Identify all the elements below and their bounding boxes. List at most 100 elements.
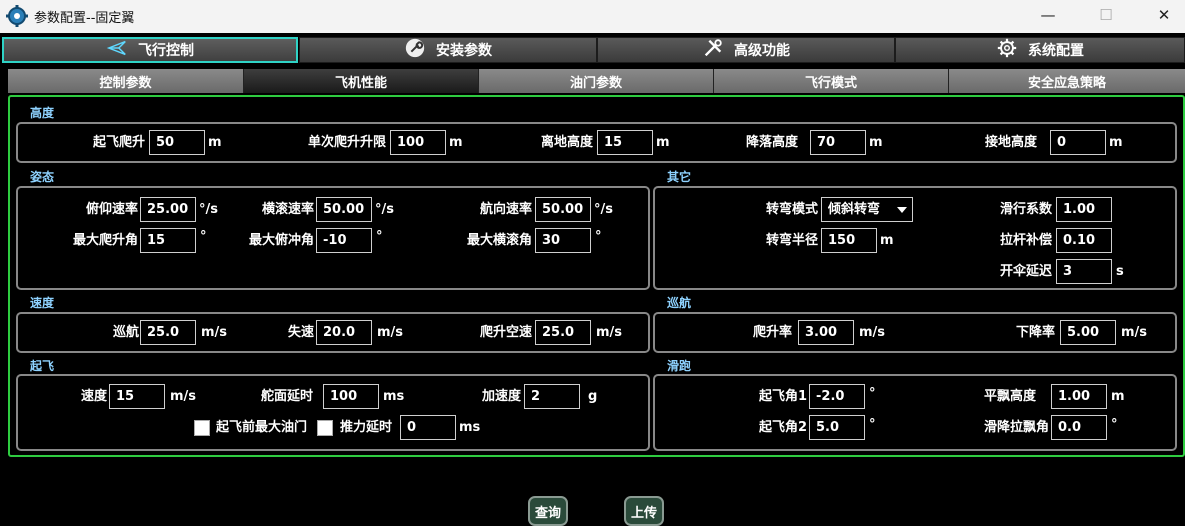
pull-comp-input[interactable] (1056, 228, 1112, 253)
label-stall-speed: 失速 (288, 325, 315, 340)
label-thrust-delay: 推力延时 (340, 420, 393, 435)
label-cruise-speed: 巡航 (113, 325, 140, 340)
unit-roll-rate: °/s (375, 202, 394, 217)
unit-rudder-delay: ms (383, 389, 405, 404)
chute-delay-input[interactable] (1056, 259, 1112, 284)
section-title-cruise: 巡航 (667, 296, 692, 310)
takeoff-angle2-input[interactable] (809, 415, 865, 440)
group-runway: 起飞角1 ° 平飘高度 m 起飞角2 ° 滑降拉飘角 ° (653, 374, 1177, 451)
performance-panel: 高度 起飞爬升 m 单次爬升升限 m 离地高度 m 降落高度 m 接地高度 m … (8, 95, 1185, 457)
unit-takeoff-speed: m/s (170, 389, 197, 404)
unit-single-climb-limit: m (449, 135, 463, 150)
section-title-runway: 滑跑 (667, 359, 692, 373)
group-altitude: 起飞爬升 m 单次爬升升限 m 离地高度 m 降落高度 m 接地高度 m (16, 122, 1177, 163)
subtab-control-params[interactable]: 控制参数 (8, 69, 244, 93)
takeoff-speed-input[interactable] (109, 384, 165, 409)
max-roll-angle-input[interactable] (535, 228, 591, 253)
single-climb-limit-input[interactable] (390, 130, 446, 155)
label-max-dive-angle: 最大俯冲角 (249, 233, 315, 248)
unit-thrust-delay: ms (459, 420, 481, 435)
label-takeoff-accel: 加速度 (482, 389, 522, 404)
unit-stall-speed: m/s (377, 325, 404, 340)
turn-mode-select[interactable]: 倾斜转弯 (821, 197, 913, 222)
unit-cruise-speed: m/s (201, 325, 228, 340)
takeoff-angle1-input[interactable] (809, 384, 865, 409)
descent-rate-input[interactable] (1060, 320, 1116, 345)
rudder-delay-input[interactable] (323, 384, 379, 409)
roll-rate-input[interactable] (316, 197, 372, 222)
label-max-climb-angle: 最大爬升角 (73, 233, 139, 248)
label-flare-height: 平飘高度 (984, 389, 1037, 404)
query-button[interactable]: 查询 (528, 496, 568, 526)
pitch-rate-input[interactable] (140, 197, 196, 222)
minimize-button[interactable]: — (1025, 0, 1071, 31)
unit-descent-rate: m/s (1121, 325, 1148, 340)
unit-glide-pull-angle: ° (1111, 417, 1118, 432)
cruise-speed-input[interactable] (140, 320, 196, 345)
glide-coef-input[interactable] (1056, 197, 1112, 222)
tab-flight-control[interactable]: 飞行控制 (2, 37, 298, 63)
climb-rate-input[interactable] (798, 320, 854, 345)
turn-mode-value: 倾斜转弯 (828, 202, 881, 217)
tab-system-config[interactable]: 系统配置 (895, 37, 1185, 63)
tab-advanced[interactable]: 高级功能 (597, 37, 895, 63)
label-roll-rate: 横滚速率 (262, 202, 315, 217)
label-turn-radius: 转弯半径 (766, 233, 819, 248)
max-throttle-checkbox[interactable] (194, 420, 210, 436)
section-title-takeoff: 起飞 (30, 359, 55, 373)
main-tab-bar: 飞行控制 安装参数 高级功能 系统配置 (0, 37, 1185, 64)
label-chute-delay: 开伞延迟 (1000, 264, 1053, 279)
touchdown-height-input[interactable] (1050, 130, 1106, 155)
tab-label: 安装参数 (436, 43, 492, 59)
thrust-delay-input[interactable] (400, 415, 456, 440)
takeoff-accel-input[interactable] (524, 384, 580, 409)
ground-clearance-input[interactable] (597, 130, 653, 155)
close-button[interactable]: ✕ (1141, 0, 1185, 31)
unit-climb-airspeed: m/s (596, 325, 623, 340)
takeoff-climb-input[interactable] (149, 130, 205, 155)
unit-landing-height: m (869, 135, 883, 150)
unit-climb-rate: m/s (859, 325, 886, 340)
subtab-throttle-params[interactable]: 油门参数 (479, 69, 714, 93)
group-other: 转弯模式 倾斜转弯 滑行系数 转弯半径 m 拉杆补偿 开伞延迟 s (653, 186, 1177, 290)
section-title-altitude: 高度 (30, 106, 55, 120)
chevron-down-icon (897, 207, 907, 213)
subtab-safety-strategy[interactable]: 安全应急策略 (949, 69, 1185, 93)
unit-takeoff-angle2: ° (869, 417, 876, 432)
label-pull-comp: 拉杆补偿 (1000, 233, 1053, 248)
maximize-button[interactable]: ☐ (1083, 0, 1129, 31)
thrust-delay-checkbox[interactable] (317, 420, 333, 436)
plane-icon (106, 37, 128, 63)
climb-airspeed-input[interactable] (535, 320, 591, 345)
label-takeoff-angle2: 起飞角2 (759, 420, 808, 435)
yaw-rate-input[interactable] (535, 197, 591, 222)
landing-height-input[interactable] (810, 130, 866, 155)
label-takeoff-speed: 速度 (81, 389, 108, 404)
stall-speed-input[interactable] (316, 320, 372, 345)
title-bar: 参数配置--固定翼 — ☐ ✕ (0, 0, 1185, 33)
gear-icon (996, 37, 1018, 63)
subtab-aircraft-performance[interactable]: 飞机性能 (244, 69, 479, 93)
subtab-flight-mode[interactable]: 飞行模式 (714, 69, 949, 93)
turn-radius-input[interactable] (821, 228, 877, 253)
flare-height-input[interactable] (1051, 384, 1107, 409)
tab-install-params[interactable]: 安装参数 (299, 37, 597, 63)
label-ground-clearance: 离地高度 (541, 135, 594, 150)
label-rudder-delay: 舵面延时 (261, 389, 314, 404)
group-cruise: 爬升率 m/s 下降率 m/s (653, 312, 1177, 353)
label-climb-rate: 爬升率 (753, 325, 793, 340)
glide-pull-angle-input[interactable] (1051, 415, 1107, 440)
label-max-throttle: 起飞前最大油门 (216, 420, 308, 435)
label-touchdown-height: 接地高度 (985, 135, 1038, 150)
label-max-roll-angle: 最大横滚角 (467, 233, 533, 248)
label-turn-mode: 转弯模式 (766, 202, 819, 217)
section-title-speed: 速度 (30, 296, 55, 310)
max-climb-angle-input[interactable] (140, 228, 196, 253)
tab-label: 系统配置 (1028, 43, 1084, 59)
label-landing-height: 降落高度 (746, 135, 799, 150)
unit-pitch-rate: °/s (199, 202, 218, 217)
upload-button[interactable]: 上传 (624, 496, 664, 526)
group-takeoff: 速度 m/s 舵面延时 ms 加速度 g 起飞前最大油门 推力延时 ms (16, 374, 650, 451)
window-title: 参数配置--固定翼 (34, 11, 135, 26)
max-dive-angle-input[interactable] (316, 228, 372, 253)
